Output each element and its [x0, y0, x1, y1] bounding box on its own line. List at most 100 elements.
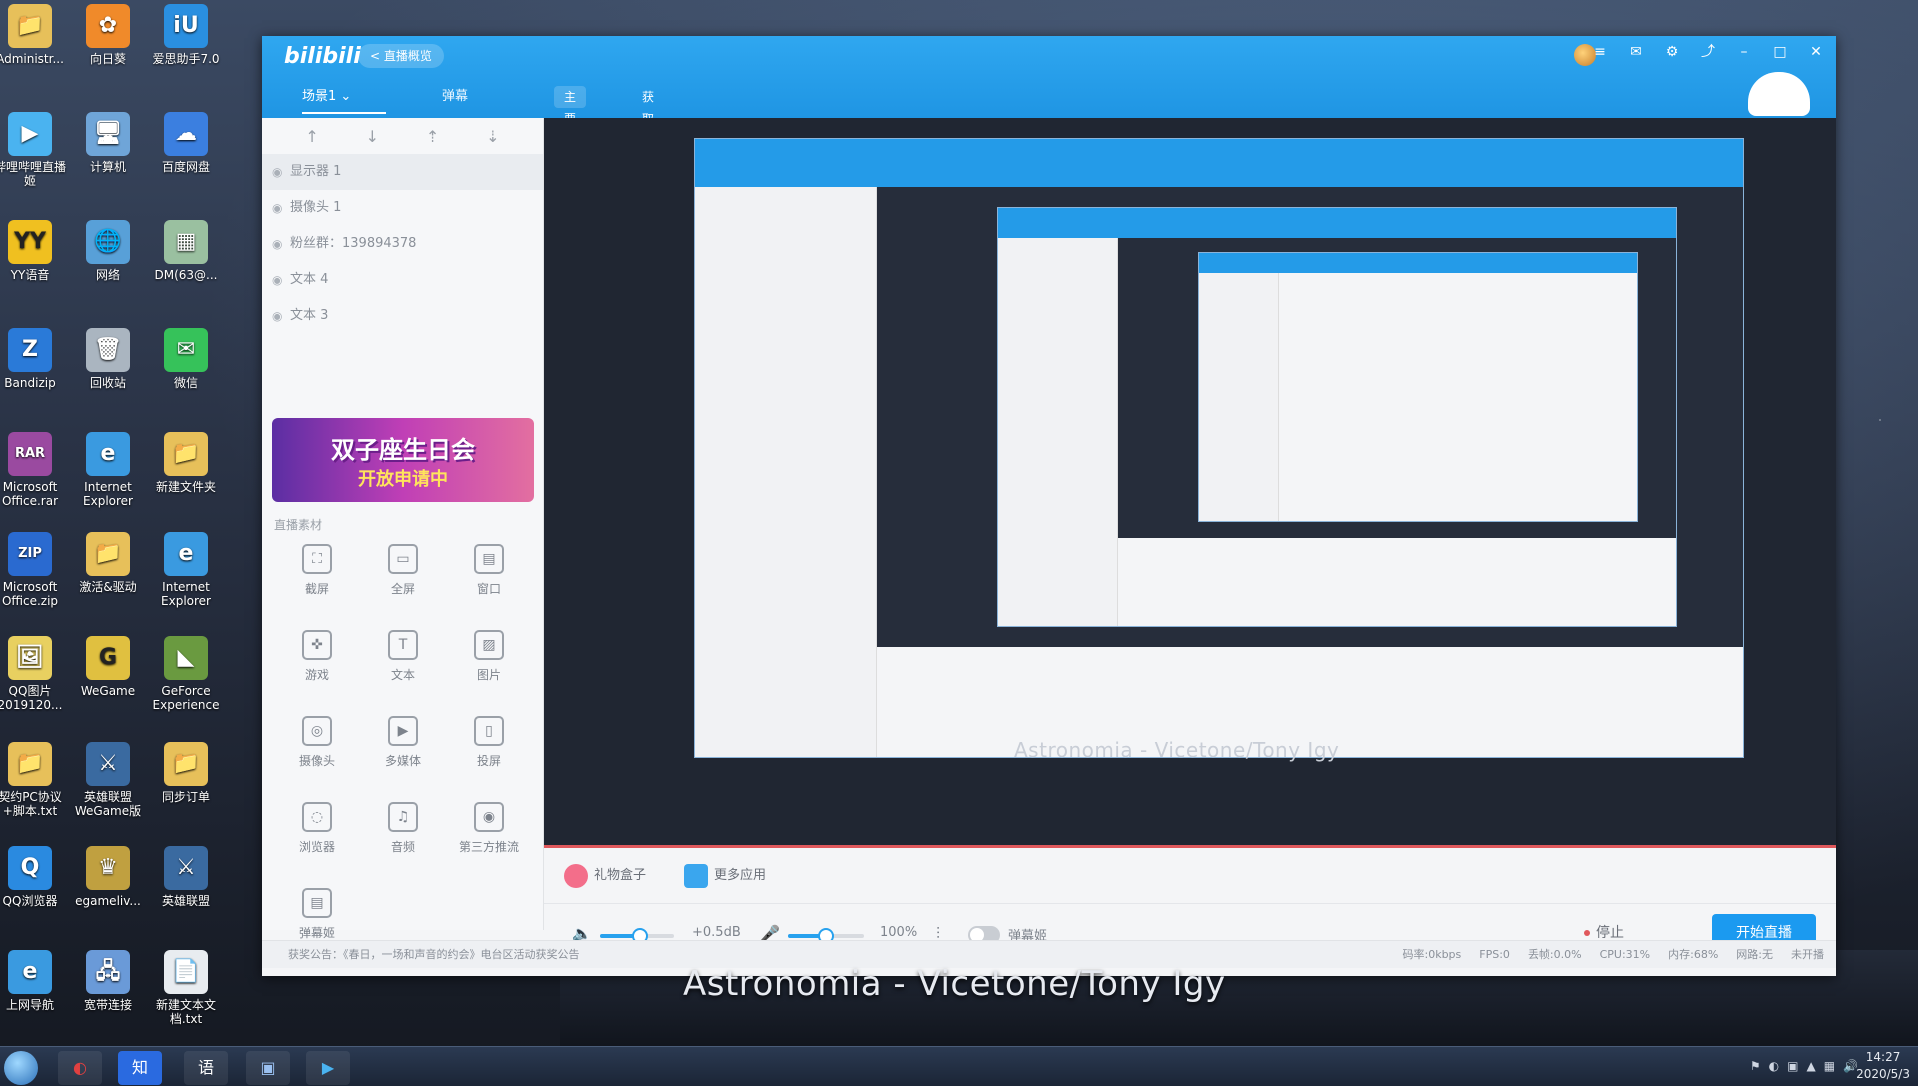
mic-volume-slider[interactable] — [788, 928, 864, 944]
material-fullscreen[interactable]: ▭ 全屏 — [360, 538, 446, 608]
desktop-icon[interactable]: 🗑 回收站 — [68, 328, 148, 390]
eye-icon[interactable]: ◉ — [272, 226, 282, 262]
material-window[interactable]: ▤ 窗口 — [446, 538, 532, 608]
tray-icon[interactable]: ▲ — [1806, 1059, 1815, 1073]
source-item[interactable]: ◉ 文本 3 — [262, 298, 543, 334]
speaker-volume-slider[interactable] — [600, 928, 674, 944]
tab-get-zone-data[interactable]: 获取分区数据冲冲冲 — [632, 86, 664, 280]
move-top-icon[interactable]: ⇡ — [426, 127, 439, 146]
desktop-icon[interactable]: ⚔ 英雄联盟 — [146, 846, 226, 908]
material-screenshot[interactable]: ⛶ 截屏 — [274, 538, 360, 608]
system-tray: ⚑ ◐ ▣ ▲ ▦ 🔊 — [1750, 1059, 1858, 1073]
start-menu-icon[interactable] — [4, 1051, 38, 1085]
stop-button[interactable]: 停止 — [1584, 922, 1624, 942]
desktop-icon[interactable]: iU 爱思助手7.0 — [146, 4, 226, 66]
desktop-icon[interactable]: ▦ DM(63@... — [146, 220, 226, 282]
taskbar-app-icon[interactable]: 语 — [184, 1051, 228, 1085]
desktop-icon[interactable]: ✿ 向日葵 — [68, 4, 148, 66]
tab-danmaku[interactable]: 弹幕 — [442, 80, 482, 114]
gift-box-button[interactable]: 礼物盒子 — [564, 864, 646, 888]
desktop-icon[interactable]: G WeGame — [68, 636, 148, 698]
material-game[interactable]: ✜ 游戏 — [274, 624, 360, 694]
desktop-icon[interactable]: e Internet Explorer — [68, 432, 148, 508]
tab-main-steps[interactable]: 主要步骤 — [554, 86, 587, 170]
source-item[interactable]: ◉ 粉丝群：139894378 — [262, 226, 543, 262]
network-icon[interactable]: ▦ — [1824, 1059, 1835, 1073]
material-label: 文本 — [390, 668, 415, 682]
taskbar-clock[interactable]: 14:27 2020/5/3 — [1856, 1049, 1910, 1083]
source-item[interactable]: ◉ 摄像头 1 — [262, 190, 543, 226]
stop-label: 停止 — [1596, 925, 1624, 941]
desktop-icon[interactable]: ☁ 百度网盘 — [146, 112, 226, 174]
lol-icon: ⚔ — [164, 846, 208, 890]
desktop-icon[interactable]: ♛ egameliv... — [68, 846, 148, 908]
tab-scene[interactable]: 场景1 ⌄ — [302, 80, 386, 114]
taskbar-app-icon[interactable]: ▣ — [246, 1051, 290, 1085]
desktop-icon[interactable]: YY YY语音 — [0, 220, 70, 282]
desktop-icon[interactable]: 📁 Administr... — [0, 4, 70, 66]
desktop-icon[interactable]: e Internet Explorer — [146, 532, 226, 608]
desktop-icon[interactable]: 📄 新建文本文档.txt — [146, 950, 226, 1026]
eye-icon[interactable]: ◉ — [272, 262, 282, 298]
taskbar-app-icon[interactable]: ▶ — [306, 1051, 350, 1085]
desktop-icon-label: egameliv... — [75, 894, 141, 908]
taskbar-app-icon[interactable]: 知 — [118, 1051, 162, 1085]
announcement-text[interactable]: 获奖公告：《春日，一场和声音的约会》电台区活动获奖公告 — [288, 941, 580, 969]
share-icon[interactable]: ⤴ — [1698, 42, 1718, 62]
move-down-icon[interactable]: ↓ — [366, 127, 379, 146]
minimize-icon[interactable]: – — [1734, 42, 1754, 62]
more-apps-button[interactable]: 更多应用 — [684, 864, 766, 888]
material-audio[interactable]: ♫ 音频 — [360, 796, 446, 866]
desktop-icon-label: YY语音 — [10, 268, 50, 282]
move-bottom-icon[interactable]: ⇣ — [486, 127, 499, 146]
back-to-overview-button[interactable]: < 直播概览 — [358, 44, 444, 68]
desktop-icon[interactable]: 📁 新建文件夹 — [146, 432, 226, 494]
desktop-icon[interactable]: ◣ GeForce Experience — [146, 636, 226, 712]
source-item[interactable]: ◉ 文本 4 — [262, 262, 543, 298]
move-up-icon[interactable]: ↑ — [305, 127, 318, 146]
gift-box-label: 礼物盒子 — [594, 868, 647, 883]
mail-icon[interactable]: ✉ — [1626, 42, 1646, 62]
sunflower-icon: ✿ — [86, 4, 130, 48]
material-label: 浏览器 — [298, 840, 335, 854]
desktop-icon[interactable]: RAR Microsoft Office.rar — [0, 432, 70, 508]
maximize-icon[interactable]: □ — [1770, 42, 1790, 62]
material-camera[interactable]: ◎ 摄像头 — [274, 710, 360, 780]
desktop-icon[interactable]: ▶ 哔哩哔哩直播姬 — [0, 112, 70, 188]
bitrate-stat: 码率:0kbps — [1402, 948, 1462, 961]
desktop-icon[interactable]: e 上网导航 — [0, 950, 70, 1012]
desktop-icon[interactable]: 📁 契约PC协议+脚本.txt — [0, 742, 70, 818]
menu-icon[interactable]: ≡ — [1590, 42, 1610, 62]
source-item[interactable]: ◉ 显示器 1 — [262, 154, 543, 190]
eye-icon[interactable]: ◉ — [272, 190, 282, 226]
desktop-icon[interactable]: 🖥 计算机 — [68, 112, 148, 174]
desktop-icon[interactable]: ⚔ 英雄联盟WeGame版 — [68, 742, 148, 818]
desktop-icon[interactable]: 📁 同步订单 — [146, 742, 226, 804]
desktop-icon[interactable]: 🌐 网络 — [68, 220, 148, 282]
close-icon[interactable]: ✕ — [1806, 42, 1826, 62]
desktop-icon[interactable]: 📁 激活&驱动 — [68, 532, 148, 594]
material-media[interactable]: ▶ 多媒体 — [360, 710, 446, 780]
tray-icon[interactable]: ▣ — [1787, 1059, 1798, 1073]
material-text[interactable]: T 文本 — [360, 624, 446, 694]
desktop-icon[interactable]: ✉ 微信 — [146, 328, 226, 390]
desktop-icon[interactable]: Z Bandizip — [0, 328, 70, 390]
network-icon: 🌐 — [86, 220, 130, 264]
desktop-icon[interactable]: ZIP Microsoft Office.zip — [0, 532, 70, 608]
desktop-icon[interactable]: 🖼 QQ图片 2019120... — [0, 636, 70, 712]
material-cast[interactable]: ▯ 投屏 — [446, 710, 532, 780]
stream-preview[interactable]: Astronomia - Vicetone/Tony Igy — [544, 118, 1836, 848]
material-third-party-stream[interactable]: ◉ 第三方推流 — [446, 796, 532, 866]
taskbar-app-icon[interactable]: ◐ — [58, 1051, 102, 1085]
eye-icon[interactable]: ◉ — [272, 154, 282, 190]
material-browser[interactable]: ◌ 浏览器 — [274, 796, 360, 866]
material-image[interactable]: ▨ 图片 — [446, 624, 532, 694]
tray-icon[interactable]: ◐ — [1769, 1059, 1779, 1073]
eye-icon[interactable]: ◉ — [272, 298, 282, 334]
desktop-icon[interactable]: Q QQ浏览器 — [0, 846, 70, 908]
live-icon: ▶ — [8, 112, 52, 156]
desktop-icon[interactable]: 🖧 宽带连接 — [68, 950, 148, 1012]
gear-icon[interactable]: ⚙ — [1662, 42, 1682, 62]
promo-banner[interactable]: 双子座生日会 开放申请中 — [272, 418, 534, 502]
tray-icon[interactable]: ⚑ — [1750, 1059, 1761, 1073]
